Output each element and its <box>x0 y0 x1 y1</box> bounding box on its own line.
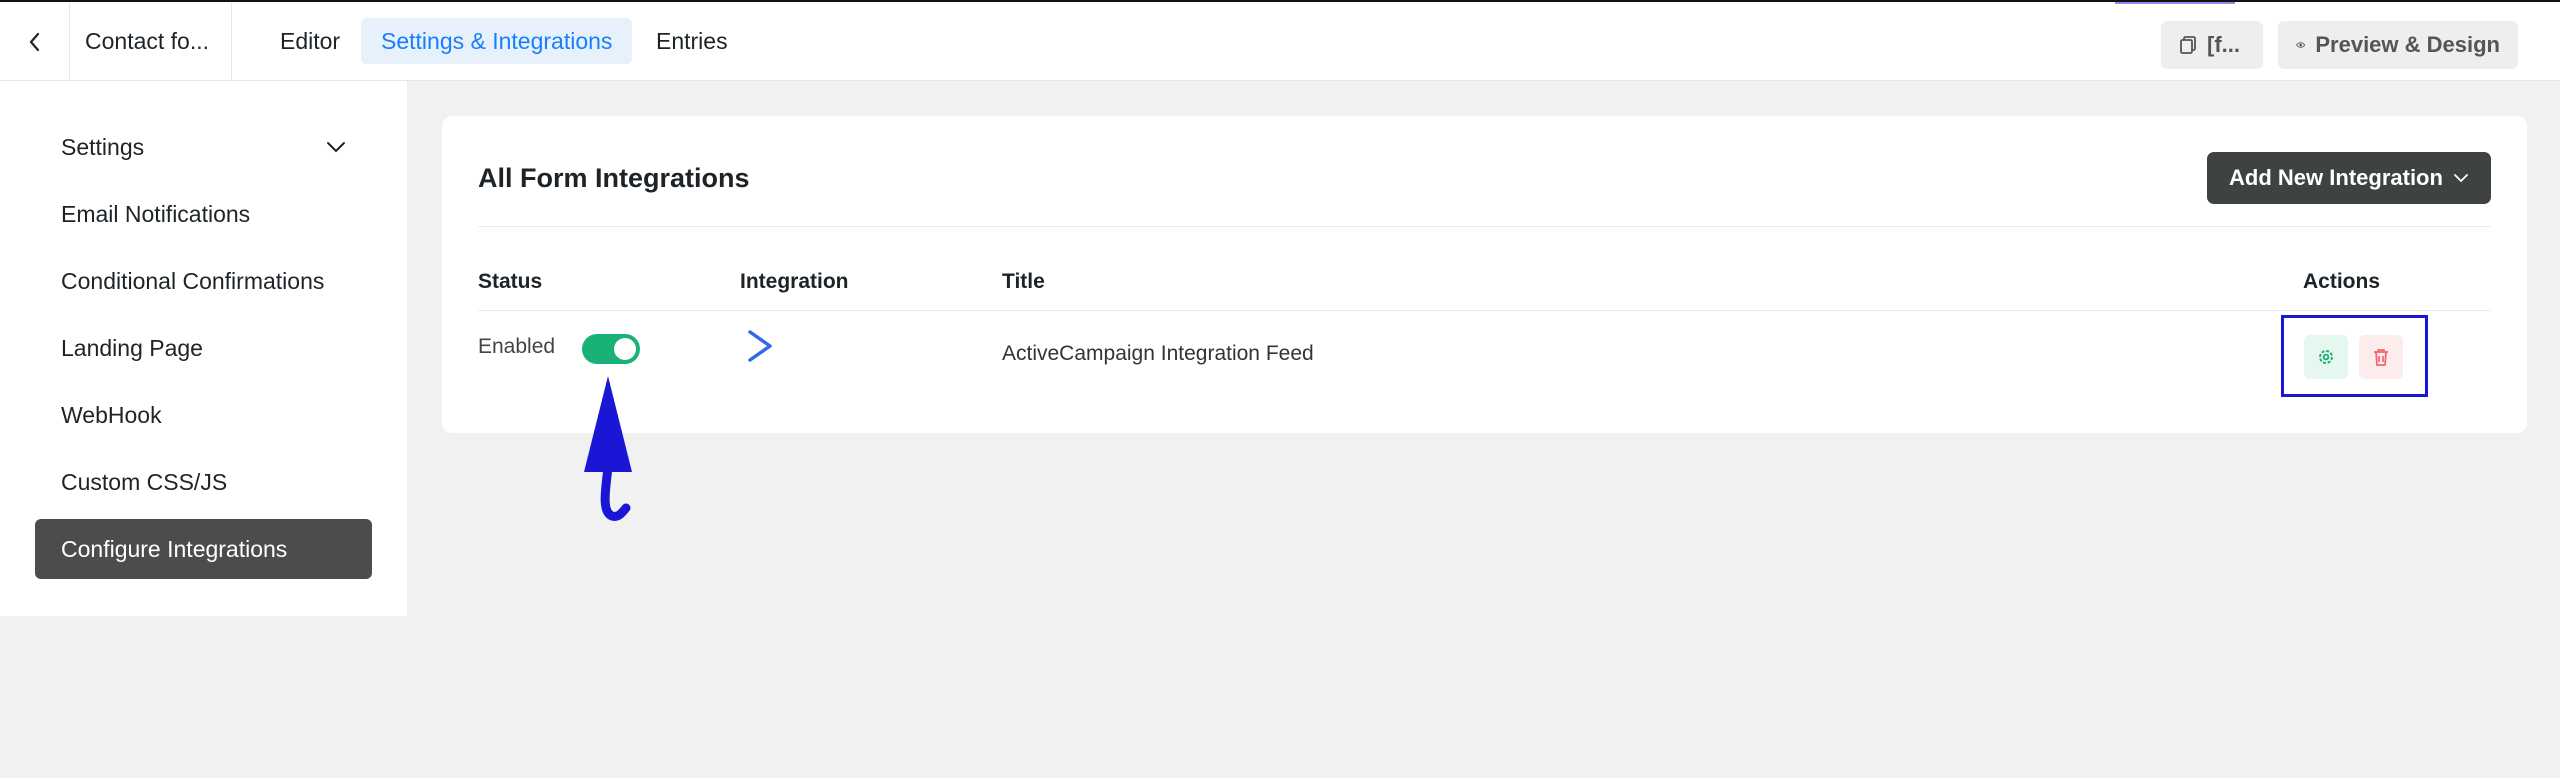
settings-sidebar: Settings Email Notifications Conditional… <box>0 81 407 616</box>
sidebar-item-label: Custom CSS/JS <box>61 468 228 495</box>
sidebar-item-label: Configure Integrations <box>61 535 288 562</box>
edit-integration-button[interactable] <box>2304 335 2348 379</box>
status-text: Enabled <box>478 335 556 358</box>
tab-entries[interactable]: Entries <box>636 18 748 64</box>
delete-integration-button[interactable] <box>2359 335 2403 379</box>
sidebar-item-landing-page[interactable]: Landing Page <box>35 318 372 378</box>
chevron-down-icon <box>327 142 345 153</box>
tab-editor-label: Editor <box>280 27 341 54</box>
add-new-integration-label: Add New Integration <box>2229 165 2443 190</box>
sidebar-item-label: Conditional Confirmations <box>61 267 325 294</box>
table-header-divider <box>478 310 2491 311</box>
sidebar-item-label: Landing Page <box>61 334 203 361</box>
form-name[interactable]: Contact fo... <box>70 2 232 81</box>
shortcode-label: [f... <box>2207 32 2240 57</box>
shortcode-button[interactable]: [f... <box>2161 21 2263 69</box>
tab-entries-label: Entries <box>656 27 728 54</box>
tab-editor[interactable]: Editor <box>260 18 360 64</box>
annotation-arrow-icon <box>584 376 632 521</box>
sidebar-item-configure-integrations[interactable]: Configure Integrations <box>35 519 372 579</box>
column-header-title: Title <box>1002 270 1045 293</box>
copy-icon <box>2180 36 2196 54</box>
top-bar: Contact fo... Editor Settings & Integrat… <box>0 0 2560 81</box>
sidebar-item-label: Settings <box>61 133 145 160</box>
integrations-card: All Form Integrations Add New Integratio… <box>442 116 2527 433</box>
add-new-integration-button[interactable]: Add New Integration <box>2207 152 2491 204</box>
column-header-actions: Actions <box>2303 270 2381 293</box>
preview-design-button[interactable]: Preview & Design <box>2278 21 2518 69</box>
toggle-knob <box>614 338 636 360</box>
sidebar-item-email-notifications[interactable]: Email Notifications <box>35 184 372 244</box>
sidebar-item-webhook[interactable]: WebHook <box>35 385 372 445</box>
column-header-status: Status <box>478 270 543 293</box>
header-divider <box>478 226 2491 227</box>
eye-icon <box>2296 42 2306 48</box>
back-button[interactable] <box>0 2 70 81</box>
accent-line <box>2115 2 2235 4</box>
trash-icon <box>2374 349 2388 366</box>
column-header-integration: Integration <box>740 270 849 293</box>
tab-settings-integrations[interactable]: Settings & Integrations <box>361 18 633 64</box>
tab-settings-integrations-label: Settings & Integrations <box>381 27 613 54</box>
sidebar-item-settings[interactable]: Settings <box>35 117 372 177</box>
chevron-down-icon <box>2454 174 2468 183</box>
activecampaign-icon <box>748 330 772 362</box>
integration-title: ActiveCampaign Integration Feed <box>1002 342 1314 365</box>
sidebar-item-conditional-confirmations[interactable]: Conditional Confirmations <box>35 251 372 311</box>
gear-icon <box>2319 350 2333 364</box>
status-toggle[interactable] <box>582 334 640 364</box>
page-title: All Form Integrations <box>478 163 750 193</box>
preview-design-label: Preview & Design <box>2315 32 2500 57</box>
sidebar-item-custom-css-js[interactable]: Custom CSS/JS <box>35 452 372 512</box>
chevron-left-icon <box>29 32 39 51</box>
sidebar-item-label: WebHook <box>61 401 162 428</box>
sidebar-item-label: Email Notifications <box>61 200 251 227</box>
actions-highlight-box <box>2281 315 2428 397</box>
